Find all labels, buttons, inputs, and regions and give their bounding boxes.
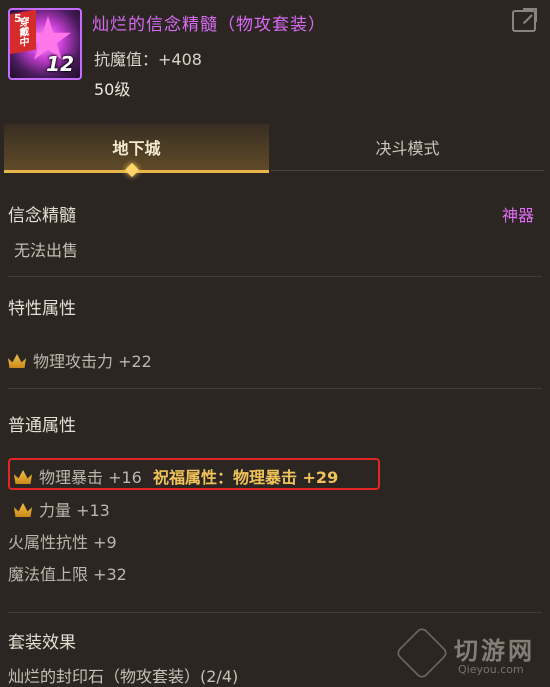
item-level: 50级 xyxy=(94,80,131,99)
bless-attr: 祝福属性：物理暴击 +29 xyxy=(152,468,339,487)
tab-duel[interactable]: 决斗模式 xyxy=(271,124,544,171)
crown-icon xyxy=(8,354,26,368)
equipped-tag: 穿戴中 xyxy=(10,10,36,55)
tab-dungeon[interactable]: 地下城 xyxy=(4,124,269,173)
item-type: 信念精髓 xyxy=(8,206,76,226)
watermark-logo-icon xyxy=(394,625,450,681)
rarity-label: 神器 xyxy=(501,206,534,225)
divider xyxy=(8,276,542,277)
divider xyxy=(8,612,542,613)
crown-icon xyxy=(14,503,32,517)
watermark: 切游网 Qieyou.com xyxy=(394,625,544,681)
share-icon[interactable] xyxy=(512,10,536,32)
special-attr-title: 特性属性 xyxy=(8,299,76,319)
item-title: 灿烂的信念精髓（物攻套装） xyxy=(92,15,326,35)
crown-icon xyxy=(14,470,32,484)
item-header: 穿戴中 5 12 灿烂的信念精髓（物攻套装） 抗魔值：+408 50级 xyxy=(0,0,550,112)
normal-attr-line-4: 魔法值上限 +32 xyxy=(8,565,127,584)
item-icon[interactable]: 穿戴中 5 12 xyxy=(8,8,82,80)
watermark-text: 切游网 xyxy=(454,637,535,665)
normal-attr-line-3: 火属性抗性 +9 xyxy=(8,533,117,552)
icon-level: 12 xyxy=(46,52,74,76)
mode-tabs: 地下城 决斗模式 xyxy=(4,124,544,178)
icon-corner-number: 5 xyxy=(14,12,22,25)
normal-attr-line-2: 力量 +13 xyxy=(14,497,110,521)
watermark-subtext: Qieyou.com xyxy=(458,663,524,676)
divider xyxy=(8,388,542,389)
normal-attr-title: 普通属性 xyxy=(8,416,76,436)
normal-attr-line-1: 物理暴击 +16 祝福属性：物理暴击 +29 xyxy=(14,464,338,488)
item-stat: 抗魔值：+408 xyxy=(94,50,202,69)
set-item: 灿烂的封印石（物攻套装）(2/4) xyxy=(8,667,239,686)
set-effect-title: 套装效果 xyxy=(8,633,76,653)
special-attr-line: 物理攻击力 +22 xyxy=(8,348,152,372)
trade-status: 无法出售 xyxy=(14,241,79,260)
